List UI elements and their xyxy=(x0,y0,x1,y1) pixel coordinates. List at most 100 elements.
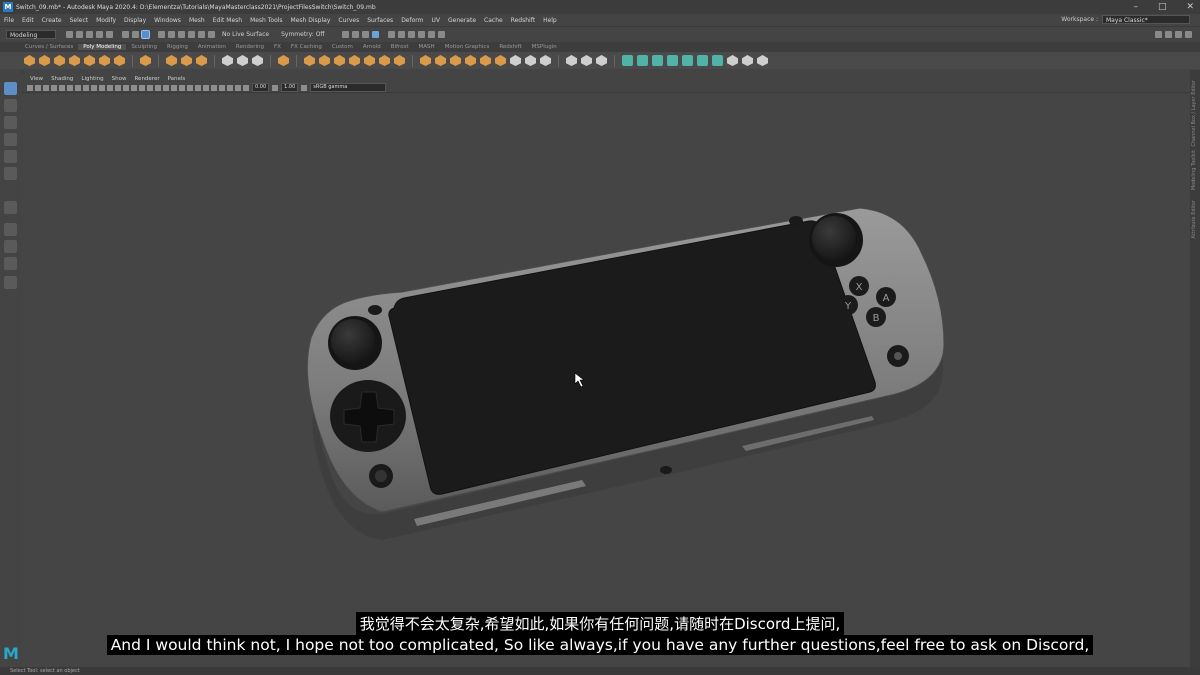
mash-distribute-icon[interactable] xyxy=(637,55,648,66)
save-scene-icon[interactable] xyxy=(85,30,93,38)
safe-title-icon[interactable] xyxy=(123,84,129,91)
textured-icon[interactable] xyxy=(155,84,161,91)
menu-set-dropdown[interactable]: Modeling xyxy=(6,29,56,39)
extrude-icon[interactable] xyxy=(304,55,315,66)
shelf-tab-redshift[interactable]: Redshift xyxy=(494,44,526,50)
menu-create[interactable]: Create xyxy=(38,17,66,24)
snap-curve-icon[interactable] xyxy=(167,30,175,38)
menu-edit-mesh[interactable]: Edit Mesh xyxy=(209,17,246,24)
image-plane-icon[interactable] xyxy=(51,84,57,91)
move-tool-icon[interactable] xyxy=(4,133,17,146)
shelf-tab-custom[interactable]: Custom xyxy=(327,44,358,50)
planar-map-icon[interactable] xyxy=(581,55,592,66)
select-hierarchy-icon[interactable] xyxy=(121,30,129,38)
menu-generate[interactable]: Generate xyxy=(444,17,480,24)
anti-aliasing-icon[interactable] xyxy=(195,84,201,91)
panel-menu-renderer[interactable]: Renderer xyxy=(130,76,163,82)
ipr-render-icon[interactable] xyxy=(362,30,370,38)
modeling-toolkit-tab[interactable]: Modeling Toolkit xyxy=(1191,150,1197,190)
rotate-tool-icon[interactable] xyxy=(4,150,17,163)
toggle-channel-box-icon[interactable] xyxy=(1185,30,1192,38)
bridge-icon[interactable] xyxy=(319,55,330,66)
svg-tool-icon[interactable] xyxy=(196,55,207,66)
persp-outliner-layout-icon[interactable] xyxy=(4,257,17,270)
snap-point-icon[interactable] xyxy=(177,30,185,38)
redshift-settings-icon[interactable] xyxy=(408,30,416,38)
last-tool-icon[interactable] xyxy=(4,201,17,214)
toggle-tool-settings-icon[interactable] xyxy=(1175,30,1182,38)
menu-cache[interactable]: Cache xyxy=(480,17,507,24)
target-weld-icon[interactable] xyxy=(435,55,446,66)
gate-mask-icon[interactable] xyxy=(99,84,105,91)
motion-blur-icon[interactable] xyxy=(187,84,193,91)
menu-mesh-display[interactable]: Mesh Display xyxy=(287,17,335,24)
safe-action-icon[interactable] xyxy=(115,84,121,91)
menu-display[interactable]: Display xyxy=(120,17,150,24)
shelf-tab-rendering[interactable]: Rendering xyxy=(231,44,269,50)
shelf-tab-curves-surfaces[interactable]: Curves / Surfaces xyxy=(20,44,78,50)
new-scene-icon[interactable] xyxy=(65,30,73,38)
isolate-select-icon[interactable] xyxy=(211,84,217,91)
sweep-mesh-icon[interactable] xyxy=(166,55,177,66)
toggle-attribute-editor-icon[interactable] xyxy=(1165,30,1172,38)
mash-repro-icon[interactable] xyxy=(652,55,663,66)
select-object-icon[interactable] xyxy=(131,30,139,38)
grid-icon[interactable] xyxy=(75,84,81,91)
attribute-editor-tab[interactable]: Attribute Editor xyxy=(1191,200,1197,238)
mash-network-icon[interactable] xyxy=(622,55,633,66)
close-button[interactable]: ✕ xyxy=(1186,2,1194,12)
shelf-tab-rigging[interactable]: Rigging xyxy=(162,44,193,50)
uv-editor-icon[interactable] xyxy=(566,55,577,66)
quad-draw-icon[interactable] xyxy=(525,55,536,66)
panel-menu-panels[interactable]: Panels xyxy=(164,76,190,82)
separate-icon[interactable] xyxy=(237,55,248,66)
poly-cone-icon[interactable] xyxy=(69,55,80,66)
wireframe-icon[interactable] xyxy=(131,84,137,91)
channel-box-tab[interactable]: Channel Box / Layer Editor xyxy=(1191,80,1197,147)
gamma-field[interactable]: 1.00 xyxy=(281,83,299,92)
shelf-tab-sculpting[interactable]: Sculpting xyxy=(126,44,162,50)
live-surface-field[interactable]: No Live Surface xyxy=(222,31,269,38)
scale-tool-icon[interactable] xyxy=(4,167,17,180)
auto-map-icon[interactable] xyxy=(596,55,607,66)
snap-view-icon[interactable] xyxy=(187,30,195,38)
merge-icon[interactable] xyxy=(379,55,390,66)
checker-icon[interactable] xyxy=(727,55,738,66)
menu-windows[interactable]: Windows xyxy=(150,17,185,24)
four-view-layout-icon[interactable] xyxy=(4,240,17,253)
insert-edge-loop-icon[interactable] xyxy=(450,55,461,66)
ambient-occlusion-icon[interactable] xyxy=(179,84,185,91)
poly-disc-icon[interactable] xyxy=(114,55,125,66)
panel-menu-shading[interactable]: Shading xyxy=(47,76,77,82)
minimize-button[interactable]: – xyxy=(1133,2,1138,12)
shelf-tab-mash[interactable]: MASH xyxy=(413,44,439,50)
shelf-tab-animation[interactable]: Animation xyxy=(193,44,231,50)
mash-random-icon[interactable] xyxy=(667,55,678,66)
menu-mesh[interactable]: Mesh xyxy=(185,17,209,24)
mash-color-icon[interactable] xyxy=(712,55,723,66)
poly-torus-icon[interactable] xyxy=(84,55,95,66)
resolution-gate-icon[interactable] xyxy=(91,84,97,91)
gamma-icon[interactable] xyxy=(272,84,279,91)
super-shapes-icon[interactable] xyxy=(140,55,151,66)
fill-hole-icon[interactable] xyxy=(349,55,360,66)
wireframe-on-shaded-icon[interactable] xyxy=(147,84,153,91)
menu-file[interactable]: File xyxy=(0,17,18,24)
2d-pan-zoom-icon[interactable] xyxy=(59,84,65,91)
smooth-shade-icon[interactable] xyxy=(139,84,145,91)
shelf-tab-msplugin[interactable]: MSPlugin xyxy=(527,44,562,50)
select-component-icon[interactable] xyxy=(140,29,150,39)
redshift-stop-icon[interactable] xyxy=(438,30,446,38)
mash-scatter-icon[interactable] xyxy=(742,55,753,66)
maximize-button[interactable]: □ xyxy=(1158,2,1167,12)
collapse-icon[interactable] xyxy=(394,55,405,66)
shelf-tab-fx[interactable]: FX xyxy=(269,44,286,50)
open-scene-icon[interactable] xyxy=(75,30,83,38)
menu-surfaces[interactable]: Surfaces xyxy=(363,17,397,24)
symmetry-dropdown[interactable]: Symmetry: Off xyxy=(281,31,324,38)
history-icon[interactable] xyxy=(207,30,215,38)
exposure-field[interactable]: 0.00 xyxy=(252,83,270,92)
wedge-icon[interactable] xyxy=(495,55,506,66)
menu-deform[interactable]: Deform xyxy=(397,17,427,24)
snap-surface-icon[interactable] xyxy=(197,30,205,38)
